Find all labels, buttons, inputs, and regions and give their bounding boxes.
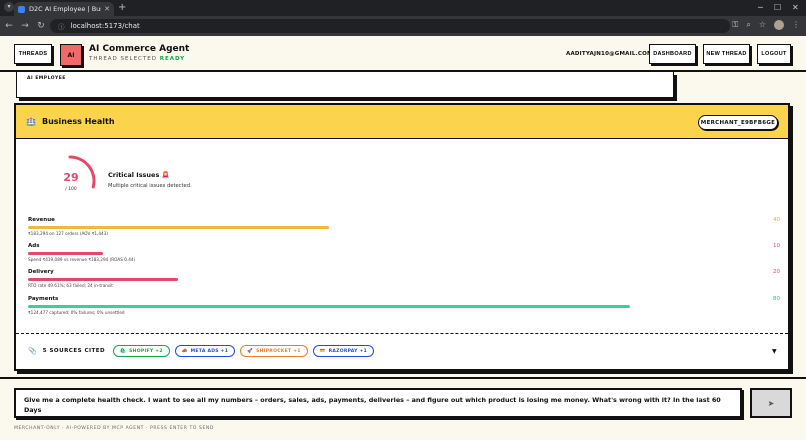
close-window-icon[interactable]: ✕ <box>792 3 799 12</box>
health-score-max: / 100 <box>65 187 77 192</box>
sources-count-label: 5 SOURCES CITED <box>42 348 106 354</box>
send-icon: ➤ <box>767 398 775 408</box>
dashboard-button[interactable]: DASHBOARD <box>649 44 696 64</box>
favicon-icon <box>18 5 25 13</box>
source-chip-razorpay[interactable]: 💳 RAZORPAY +1 <box>312 345 375 357</box>
message-input[interactable]: Give me a complete health check. I want … <box>14 388 742 418</box>
metric-bar <box>28 305 630 308</box>
hospital-icon: 🏥 <box>26 117 36 126</box>
sources-divider <box>16 333 788 334</box>
sources-row: 📎 5 SOURCES CITED 🛍 SHOPIFY +2 📣 META ADS … <box>28 345 379 357</box>
url-text: localhost:5173/chat <box>70 22 140 30</box>
source-chip-shiprocket[interactable]: 🚀 SHIPROCKET +1 <box>240 345 308 357</box>
metric-value: 10 <box>773 243 780 249</box>
thread-status: THREAD SELECTED READY <box>89 56 185 62</box>
browser-toolbar: ← → ↻ ⓘ localhost:5173/chat ⚿ ⌕ ☆ ⋮ <box>0 16 806 36</box>
composer-footer-note: MERCHANT-ONLY · AI-POWERED BY MCP AGENT … <box>14 426 214 431</box>
health-card-title: Business Health <box>42 117 115 126</box>
zoom-icon[interactable]: ⌕ <box>746 20 750 30</box>
app-logo: AI <box>60 44 82 66</box>
source-chip-meta-ads[interactable]: 📣 META ADS +1 <box>174 345 236 357</box>
metric-name: Delivery <box>28 269 54 275</box>
app-header: THREADS AI AI Commerce Agent THREAD SELE… <box>0 36 806 72</box>
metric-bar <box>28 252 104 255</box>
app-title: AI Commerce Agent <box>89 44 190 54</box>
tab-search-icon[interactable]: ▾ <box>4 2 14 12</box>
metric-detail: Spend ₹419,089 vs revenue ₹183,294 (ROAS… <box>28 257 136 262</box>
metric-value: 40 <box>773 217 780 223</box>
maximize-icon[interactable]: ☐ <box>774 3 781 12</box>
address-bar[interactable]: ⓘ localhost:5173/chat <box>50 19 730 33</box>
health-card-header: 🏥 Business Health MERCHANT_E9BFB6GE <box>16 105 788 139</box>
forward-icon[interactable]: → <box>18 21 32 31</box>
expand-sources-icon[interactable]: ▼ <box>772 348 777 355</box>
metric-value: 80 <box>773 296 780 302</box>
logout-button[interactable]: LOGOUT <box>757 44 791 64</box>
minimize-icon[interactable]: ─ <box>758 3 763 12</box>
metric-name: Ads <box>28 243 40 249</box>
source-chip-label: SHIPROCKET +1 <box>256 348 301 354</box>
metric-name: Payments <box>28 296 59 302</box>
meta-ads-icon: 📣 <box>181 348 188 354</box>
thread-status-label: THREAD SELECTED <box>89 56 157 62</box>
source-chip-label: RAZORPAY +1 <box>328 348 368 354</box>
business-health-card: 🏥 Business Health MERCHANT_E9BFB6GE 29 /… <box>14 103 790 371</box>
rocket-icon: 🚀 <box>247 348 254 354</box>
browser-tab-bar: ▾ D2C AI Employee | Busin ✕ + ─ ☐ ✕ <box>0 0 806 16</box>
metric-bar <box>28 226 329 229</box>
user-email: AADITYAJN10@GMAIL.COM <box>566 51 653 57</box>
merchant-id-badge: MERCHANT_E9BFB6GE <box>698 115 778 130</box>
metric-bar <box>28 278 179 281</box>
browser-tab[interactable]: D2C AI Employee | Busin ✕ <box>14 2 114 16</box>
metric-detail: ₹124,477 captured; 0% failures; 0% unset… <box>28 310 125 315</box>
previous-message-card: AI EMPLOYEE <box>16 72 674 98</box>
new-thread-button[interactable]: NEW THREAD <box>703 44 750 64</box>
card-icon: 💳 <box>319 348 326 354</box>
health-score: 29 <box>63 171 79 184</box>
issue-description: Multiple critical issues detected. <box>108 183 192 189</box>
key-icon[interactable]: ⚿ <box>732 20 738 30</box>
ready-badge: READY <box>159 56 186 62</box>
back-icon[interactable]: ← <box>2 21 16 31</box>
close-tab-icon[interactable]: ✕ <box>104 5 110 13</box>
send-button[interactable]: ➤ <box>750 388 792 418</box>
profile-avatar[interactable] <box>774 20 784 30</box>
issue-title: Critical Issues 🚨 <box>108 171 170 179</box>
site-info-icon[interactable]: ⓘ <box>58 21 65 31</box>
browser-menu-icon[interactable]: ⋮ <box>792 20 800 30</box>
threads-button[interactable]: THREADS <box>14 44 52 64</box>
message-author-label: AI EMPLOYEE <box>27 76 66 81</box>
source-chip-shopify[interactable]: 🛍 SHOPIFY +2 <box>113 345 170 357</box>
source-chip-label: META ADS +1 <box>190 348 229 354</box>
paperclip-icon: 📎 <box>28 347 37 355</box>
browser-tab-title: D2C AI Employee | Busin <box>29 5 101 13</box>
shopify-icon: 🛍 <box>120 348 127 354</box>
metric-value: 20 <box>773 269 780 275</box>
bookmark-star-icon[interactable]: ☆ <box>759 20 766 30</box>
source-chip-label: SHOPIFY +2 <box>129 348 163 354</box>
metric-name: Revenue <box>28 217 55 223</box>
new-tab-icon[interactable]: + <box>118 2 126 13</box>
reload-icon[interactable]: ↻ <box>34 21 48 31</box>
composer-area: Give me a complete health check. I want … <box>0 377 806 440</box>
metric-detail: RTO rate 49.61%; 63 failed; 24 in-transi… <box>28 283 113 288</box>
metric-detail: ₹183,294 on 127 orders (AOV ₹1,443) <box>28 231 108 236</box>
